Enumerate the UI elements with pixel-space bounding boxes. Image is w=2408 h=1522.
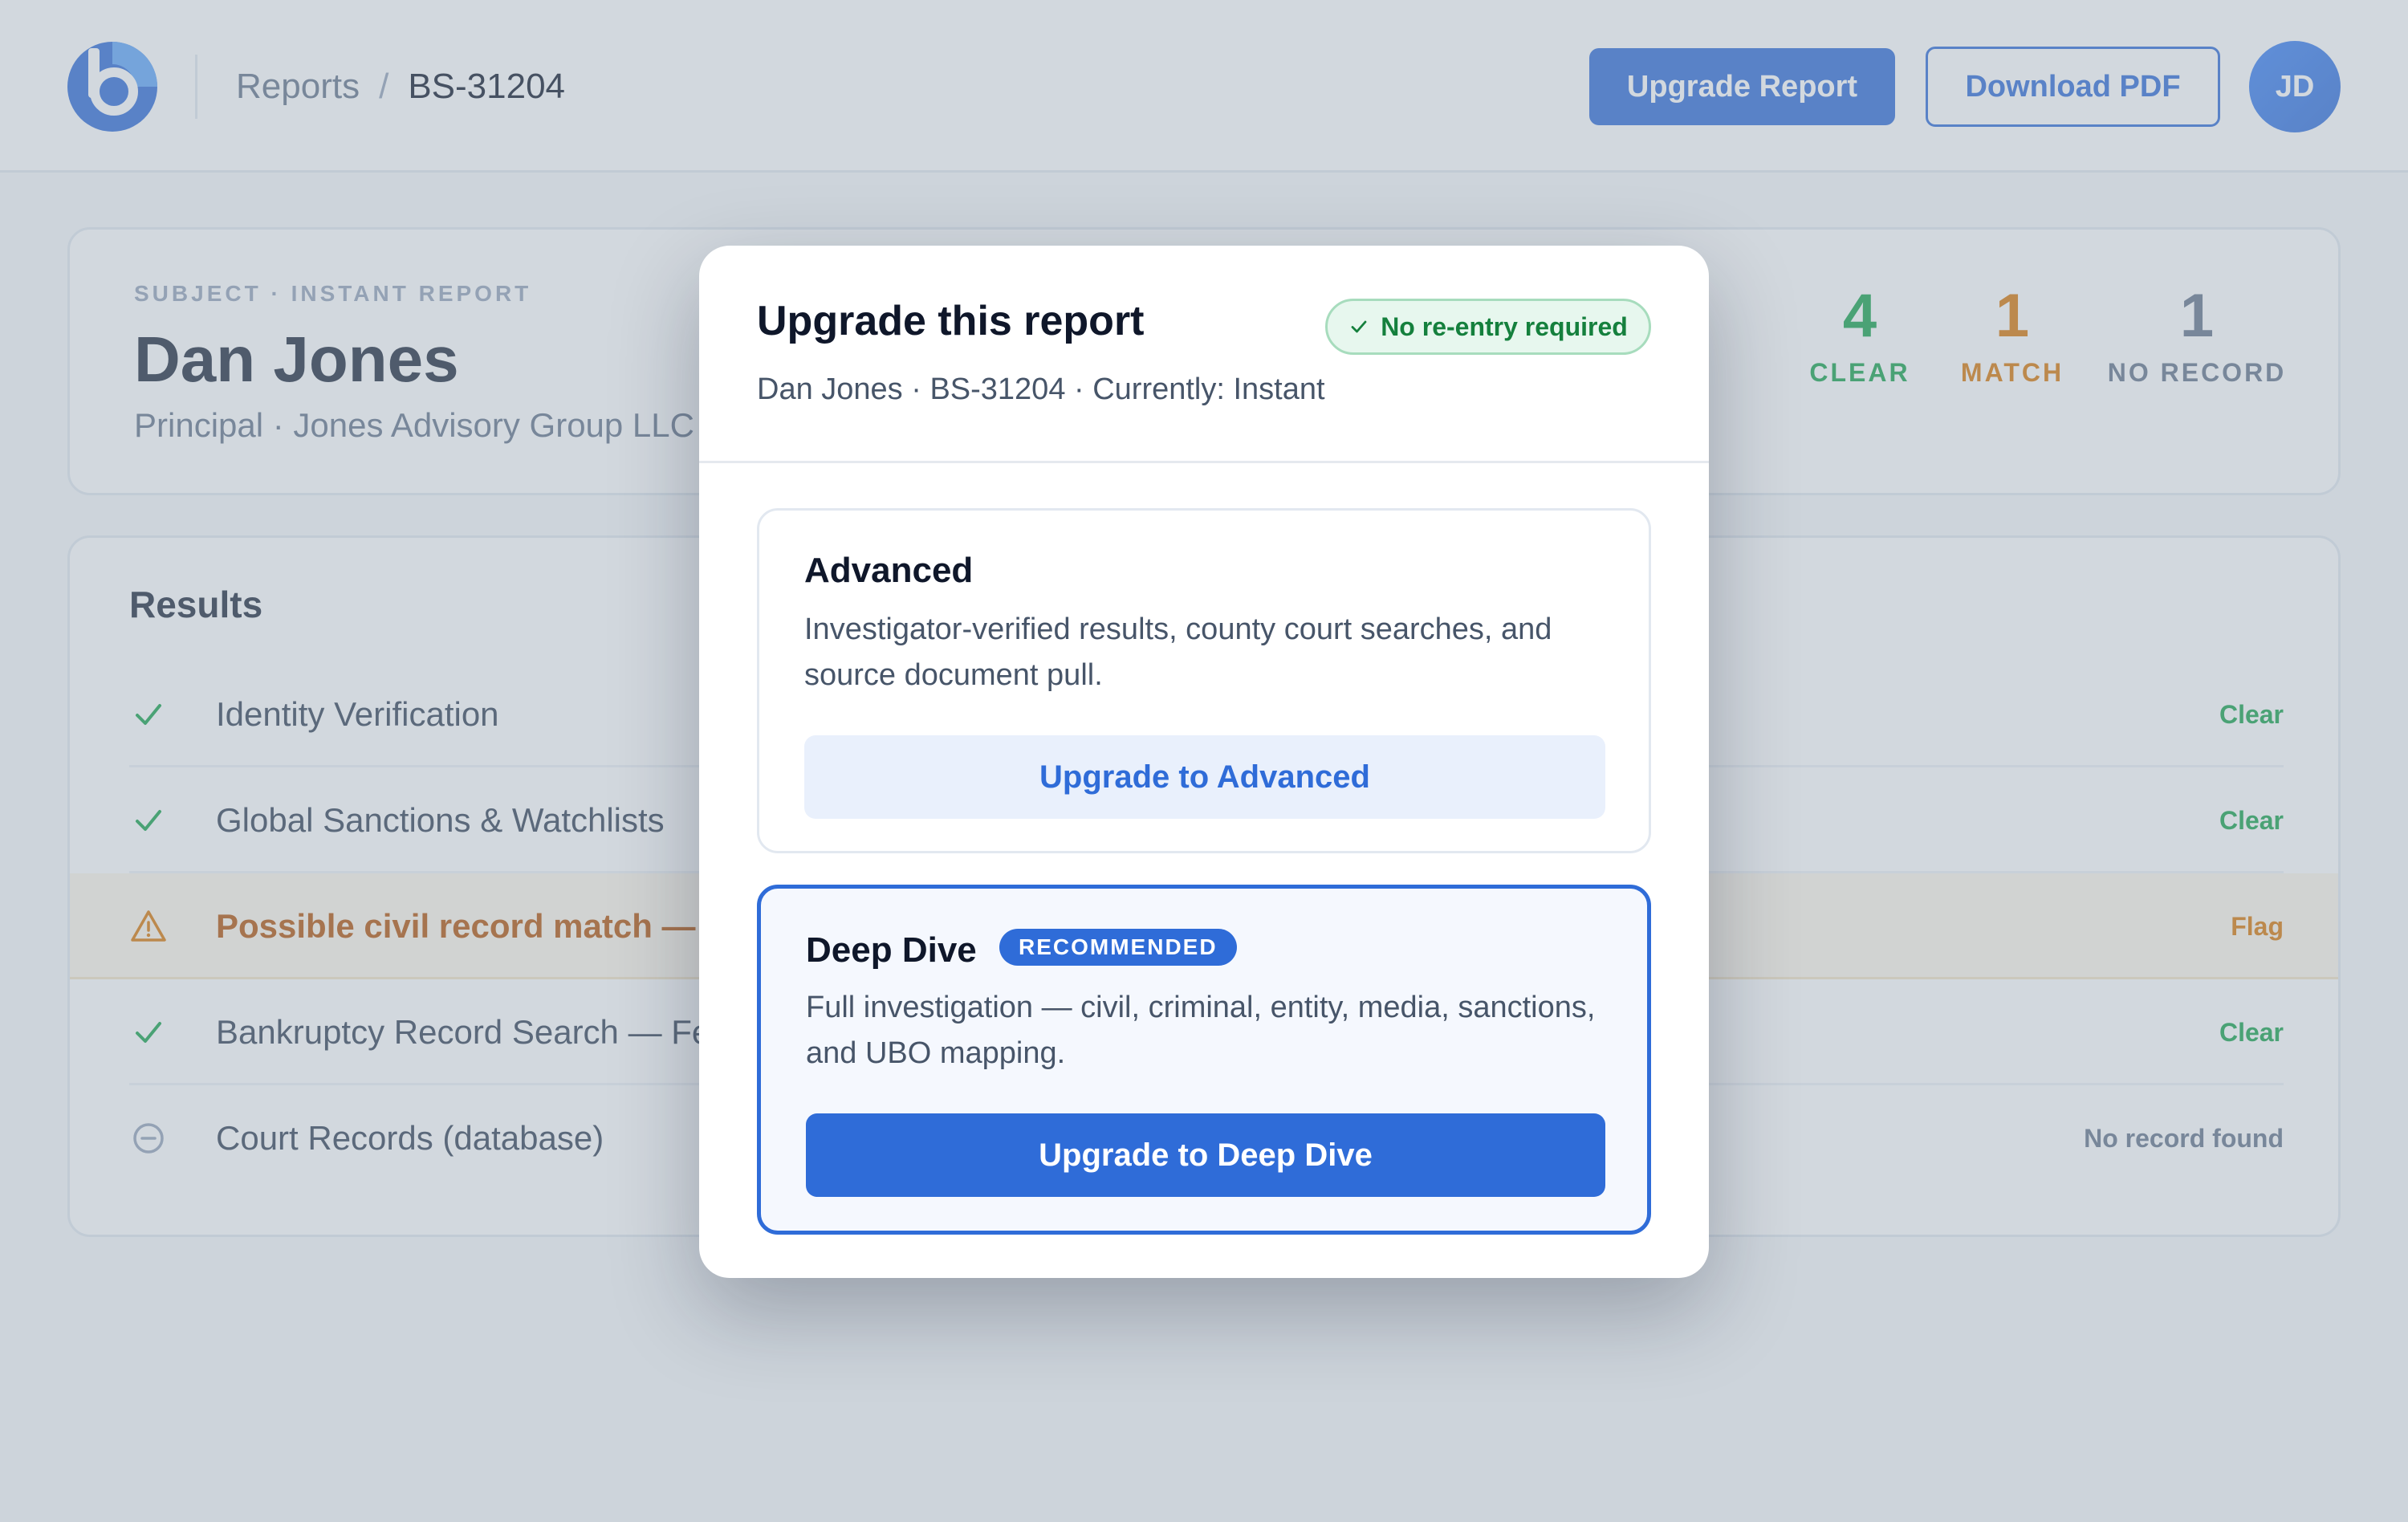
upgrade-modal: Upgrade this report No re-entry required… xyxy=(699,246,1709,1278)
modal-header: Upgrade this report No re-entry required… xyxy=(699,246,1709,463)
plan-description: Investigator-verified results, county co… xyxy=(804,612,1552,692)
upgrade-to-deep-dive-button[interactable]: Upgrade to Deep Dive xyxy=(806,1113,1605,1197)
plan-card-advanced[interactable]: Advanced Investigator-verified results, … xyxy=(757,508,1651,853)
plan-card-deep-dive[interactable]: Deep Dive RECOMMENDED Full investigation… xyxy=(757,885,1651,1235)
modal-subtitle: Dan Jones · BS-31204 · Currently: Instan… xyxy=(757,372,1325,406)
check-icon xyxy=(1348,316,1369,337)
modal-title: Upgrade this report xyxy=(757,298,1145,344)
no-reentry-label: No re-entry required xyxy=(1381,311,1628,341)
upgrade-to-advanced-button[interactable]: Upgrade to Advanced xyxy=(804,735,1605,819)
plan-name: Deep Dive xyxy=(806,930,977,970)
plan-description: Full investigation — civil, criminal, en… xyxy=(806,991,1596,1070)
no-reentry-badge: No re-entry required xyxy=(1325,299,1651,355)
plan-name: Advanced xyxy=(804,551,974,590)
recommended-badge: RECOMMENDED xyxy=(999,929,1237,966)
